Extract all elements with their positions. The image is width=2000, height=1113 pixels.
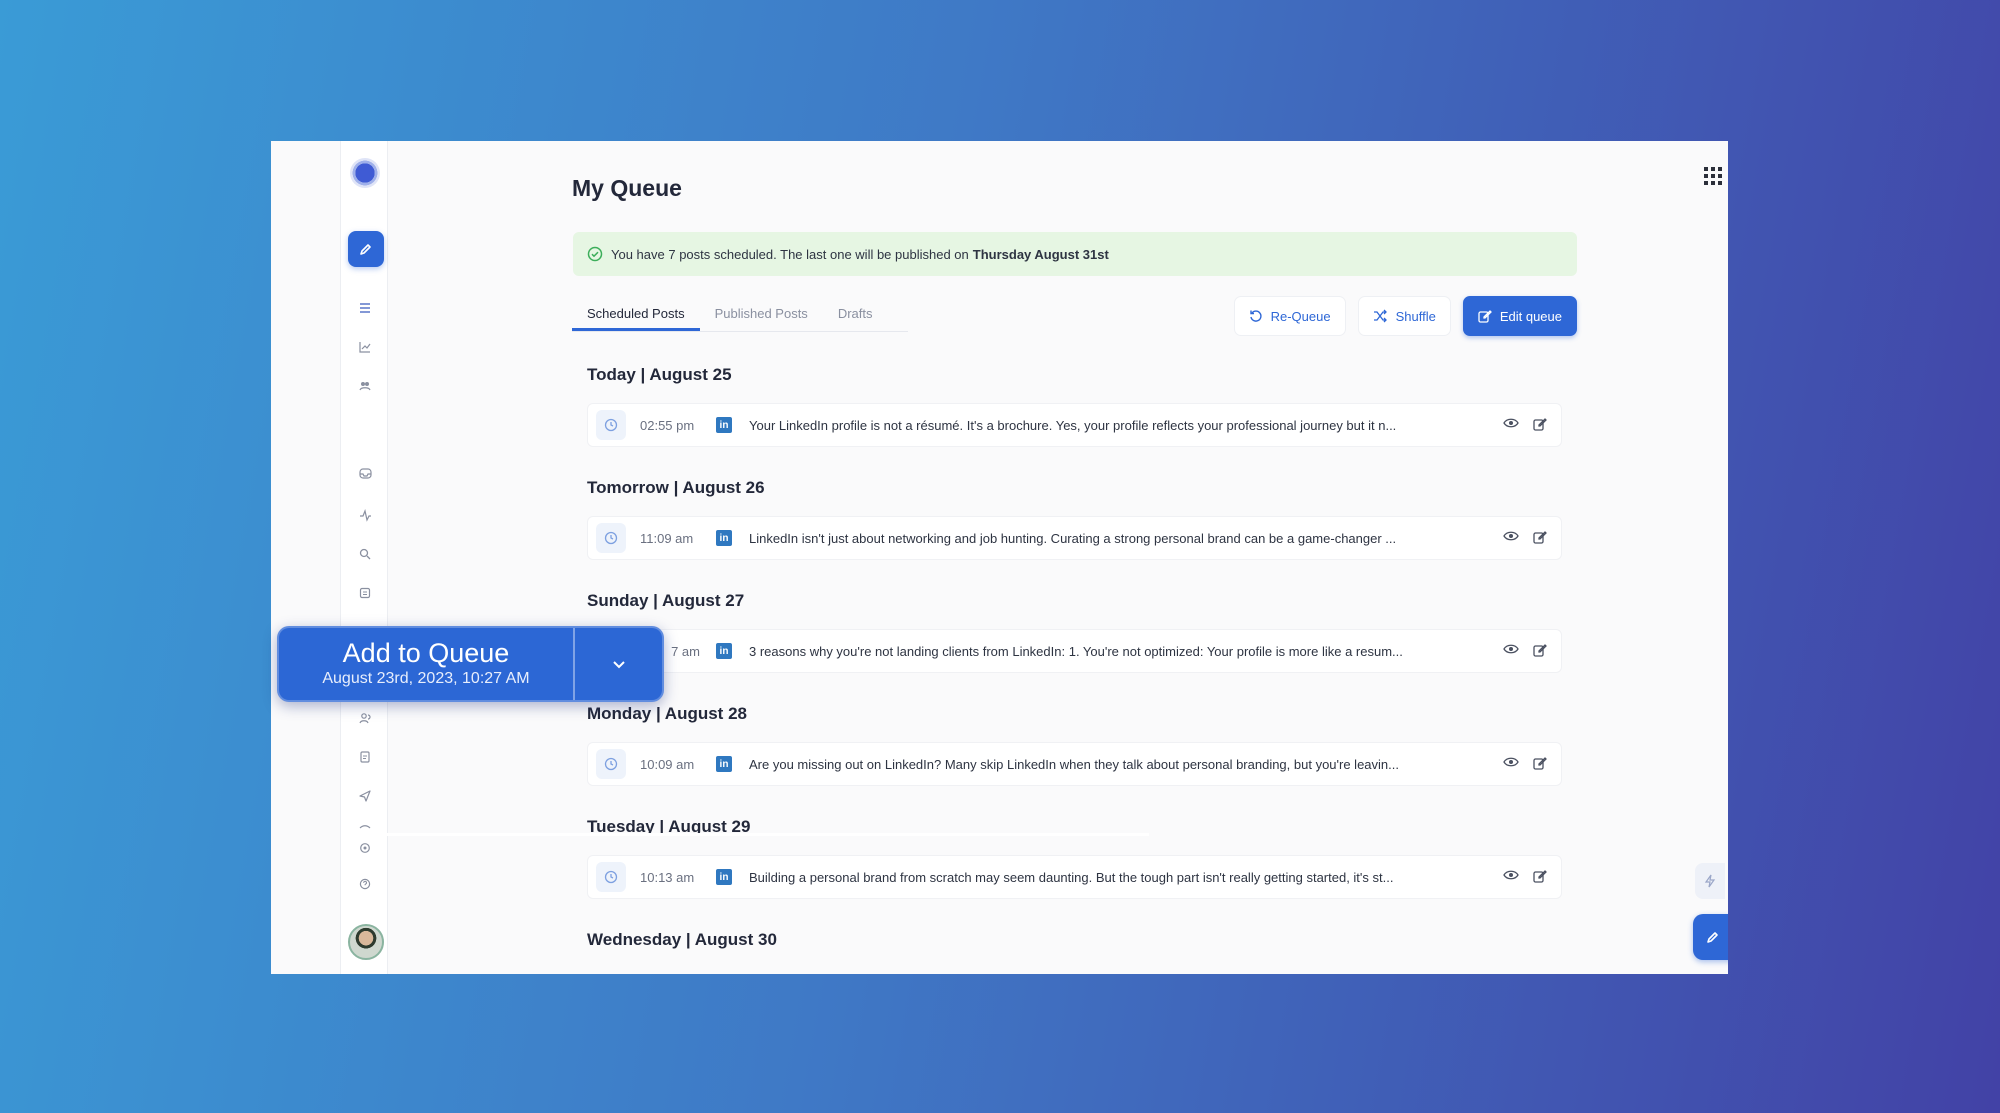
tab-scheduled-posts[interactable]: Scheduled Posts [572, 296, 700, 331]
queue-post-row[interactable]: 10:13 am in Building a personal brand fr… [587, 855, 1562, 899]
queue-post-row[interactable]: 02:55 pm in Your LinkedIn profile is not… [587, 403, 1562, 447]
post-text: Are you missing out on LinkedIn? Many sk… [749, 756, 1399, 772]
check-circle-icon [587, 246, 603, 262]
pencil-icon [1707, 932, 1718, 943]
help-icon[interactable] [355, 874, 375, 894]
edit-post-icon[interactable] [1533, 530, 1547, 547]
requeue-icon [1249, 310, 1262, 322]
edit-queue-label: Edit queue [1499, 308, 1562, 324]
chevron-down-icon [612, 661, 625, 669]
requeue-label: Re-Queue [1270, 308, 1331, 324]
add-to-queue-title: Add to Queue [342, 638, 510, 668]
search-icon[interactable] [355, 544, 375, 564]
edit-post-icon[interactable] [1533, 417, 1547, 434]
day-heading: Wednesday | August 30 [587, 930, 777, 949]
clock-icon [596, 749, 626, 779]
apps-grid-icon[interactable] [1704, 167, 1722, 190]
linkedin-icon: in [716, 756, 732, 772]
app-window: My Queue You have 7 posts scheduled. The… [271, 141, 1728, 974]
clock-icon [596, 862, 626, 892]
queue-post-row[interactable]: 10:09 am in Are you missing out on Linke… [587, 742, 1562, 786]
day-heading: Monday | August 28 [587, 704, 747, 723]
tab-published-posts[interactable]: Published Posts [700, 296, 823, 331]
library-icon[interactable] [355, 583, 375, 603]
document-icon[interactable] [355, 747, 375, 767]
queue-list-icon[interactable] [355, 298, 375, 318]
compose-button[interactable] [348, 231, 384, 267]
scrollbar[interactable] [349, 833, 1149, 836]
preview-eye-icon[interactable] [1503, 756, 1519, 773]
avatar[interactable] [348, 924, 384, 960]
banner-text: You have 7 posts scheduled. The last one… [611, 246, 969, 262]
banner-date: Thursday August 31st [972, 246, 1109, 262]
post-time: 11:09 am [640, 530, 694, 546]
activity-icon[interactable] [355, 505, 375, 525]
add-to-queue-main[interactable]: Add to Queue August 23rd, 2023, 10:27 AM [279, 628, 573, 700]
clock-icon [596, 523, 626, 553]
day-heading: Today | August 25 [587, 365, 732, 384]
preview-eye-icon[interactable] [1503, 643, 1519, 660]
shuffle-button[interactable]: Shuffle [1357, 296, 1451, 336]
inbox-icon[interactable] [355, 463, 375, 483]
shuffle-label: Shuffle [1395, 308, 1436, 324]
queue-post-row[interactable]: 11:09 am in LinkedIn isn't just about ne… [587, 516, 1562, 560]
users-icon[interactable] [355, 708, 375, 728]
day-heading: Tomorrow | August 26 [587, 478, 765, 497]
schedule-banner: You have 7 posts scheduled. The last one… [573, 232, 1577, 276]
queue-actions: Re-Queue Shuffle Edit queue [1233, 296, 1577, 336]
edit-post-icon[interactable] [1533, 756, 1547, 773]
edit-post-icon[interactable] [1533, 869, 1547, 886]
preview-eye-icon[interactable] [1503, 417, 1519, 434]
queue-post-row[interactable]: 7 am in 3 reasons why you're not landing… [587, 629, 1562, 673]
app-logo[interactable] [350, 158, 380, 188]
clock-icon [596, 410, 626, 440]
page-title: My Queue [572, 175, 682, 201]
post-text: Building a personal brand from scratch m… [749, 869, 1394, 885]
post-text: 3 reasons why you're not landing clients… [749, 643, 1403, 659]
team-icon[interactable] [355, 376, 375, 396]
post-text: Your LinkedIn profile is not a résumé. I… [749, 417, 1397, 433]
linkedin-icon: in [716, 869, 732, 885]
linkedin-icon: in [716, 417, 732, 433]
add-to-queue-button[interactable]: Add to Queue August 23rd, 2023, 10:27 AM [277, 626, 664, 702]
floating-compose-button[interactable] [1693, 914, 1728, 960]
pencil-icon [360, 244, 371, 255]
lightning-icon [1704, 874, 1716, 888]
linkedin-icon: in [716, 643, 732, 659]
add-to-queue-date: August 23rd, 2023, 10:27 AM [322, 670, 530, 687]
settings-icon[interactable] [355, 838, 375, 858]
post-time: 02:55 pm [640, 417, 695, 433]
preview-eye-icon[interactable] [1503, 530, 1519, 547]
post-time: 10:13 am [640, 869, 695, 885]
day-heading: Sunday | August 27 [587, 591, 745, 610]
queue-tabs: Scheduled Posts Published Posts Drafts [572, 296, 908, 332]
analytics-icon[interactable] [355, 337, 375, 357]
shuffle-icon [1373, 309, 1387, 323]
main-content: My Queue You have 7 posts scheduled. The… [572, 141, 1577, 974]
edit-post-icon[interactable] [1533, 643, 1547, 660]
sidebar [340, 141, 388, 974]
edit-icon [1478, 310, 1492, 323]
edit-queue-button[interactable]: Edit queue [1462, 296, 1577, 336]
post-text: LinkedIn isn't just about networking and… [749, 530, 1397, 546]
left-margin [271, 141, 340, 974]
quick-action-button[interactable] [1695, 863, 1725, 899]
linkedin-icon: in [716, 530, 732, 546]
add-to-queue-dropdown[interactable] [575, 628, 662, 700]
requeue-button[interactable]: Re-Queue [1233, 296, 1346, 336]
send-icon[interactable] [355, 786, 375, 806]
tab-drafts[interactable]: Drafts [823, 296, 888, 331]
post-time: 10:09 am [640, 756, 695, 772]
preview-eye-icon[interactable] [1503, 869, 1519, 886]
